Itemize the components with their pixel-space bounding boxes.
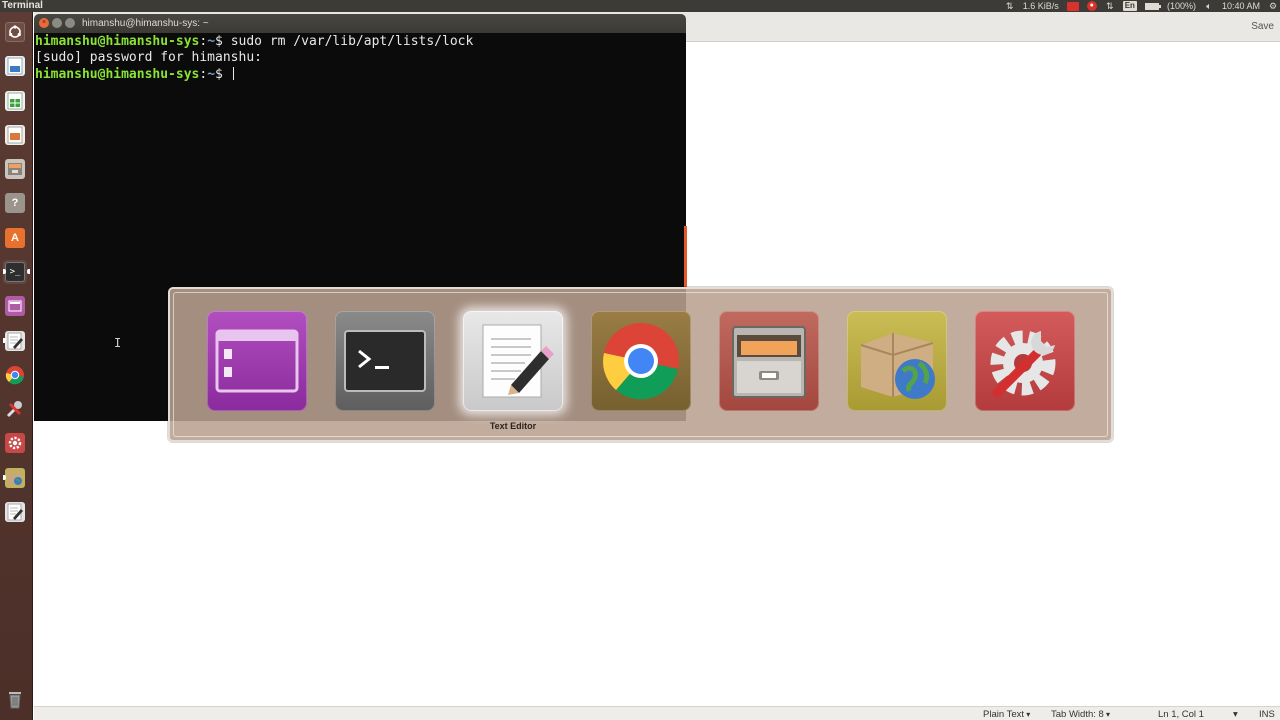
workspace-icon	[215, 329, 299, 393]
focus-edge-indicator	[684, 226, 687, 288]
launcher-item-system-tools[interactable]	[3, 397, 27, 421]
network-arrows-icon[interactable]: ⇅	[1005, 1, 1015, 11]
text-editor-icon	[482, 324, 554, 398]
prompt-dollar: $	[215, 66, 231, 82]
terminal-title: himanshu@himanshu-sys: ~	[82, 18, 209, 29]
tab-width-selector[interactable]: Tab Width: 8	[1051, 709, 1110, 720]
prompt-user: himanshu@himanshu-sys	[35, 66, 200, 82]
running-pip	[3, 269, 6, 274]
output-text: [sudo] password for himanshu:	[35, 50, 262, 66]
launcher-item-chrome[interactable]	[3, 363, 27, 387]
minimize-icon[interactable]	[52, 18, 62, 28]
gedit-statusbar: Plain Text Tab Width: 8 Ln 1, Col 1 ▾ IN…	[34, 706, 1280, 720]
dash-home-icon	[5, 22, 25, 42]
terminal-line: himanshu@himanshu-sys:~$	[35, 66, 686, 83]
text-cursor	[232, 66, 234, 80]
launcher-item-trash[interactable]	[3, 688, 27, 712]
text-editor-2-icon	[5, 502, 25, 522]
launcher-item-workspace[interactable]	[3, 294, 27, 318]
switcher-tile-terminal[interactable]	[335, 311, 435, 411]
battery-fill	[1145, 3, 1158, 9]
network-speed[interactable]: 1.6 KiB/s	[1023, 0, 1059, 12]
prompt-user: himanshu@himanshu-sys	[35, 34, 200, 49]
files-icon	[732, 326, 806, 398]
terminal-icon	[344, 330, 426, 392]
running-pip	[3, 475, 6, 480]
chrome-icon	[5, 365, 25, 385]
top-panel: Terminal ⇅ 1.6 KiB/s ● ⇅ En (100%) 🔈︎ 10…	[0, 0, 1280, 12]
battery-percentage[interactable]: (100%)	[1167, 0, 1196, 12]
terminal-line: [sudo] password for himanshu:	[35, 50, 686, 66]
keyboard-layout-indicator[interactable]: En	[1122, 1, 1137, 11]
launcher-item-terminal[interactable]: >_	[3, 260, 30, 284]
app-switcher: ▸▸ Text Editor ▸	[168, 287, 1113, 442]
syntax-selector[interactable]: Plain Text	[983, 709, 1030, 720]
insert-mode: INS	[1259, 709, 1275, 720]
session-gear-icon[interactable]: ⚙	[1268, 1, 1278, 11]
trash-icon	[5, 690, 25, 710]
command-text: sudo rm /var/lib/apt/lists/lock	[230, 34, 474, 49]
workspace-icon	[5, 296, 25, 316]
switcher-tile-files[interactable]	[719, 311, 819, 411]
cursor-position[interactable]: Ln 1, Col 1	[1158, 709, 1204, 720]
launcher-item-help[interactable]: ?	[3, 191, 27, 215]
desktop: Terminal ⇅ 1.6 KiB/s ● ⇅ En (100%) 🔈︎ 10…	[0, 0, 1280, 720]
launcher-item-dash[interactable]	[3, 20, 27, 44]
launcher-item-impress[interactable]	[3, 123, 27, 147]
terminal-icon: >_	[5, 262, 25, 282]
text-editor-icon	[5, 331, 25, 351]
terminal-titlebar[interactable]: × himanshu@himanshu-sys: ~	[34, 14, 686, 33]
volume-icon[interactable]: 🔈︎	[1204, 1, 1214, 11]
screen-recorder-icon[interactable]: ●	[1086, 1, 1097, 11]
files-icon	[5, 159, 25, 179]
switcher-tile-archive-manager[interactable]	[847, 311, 947, 411]
maximize-icon[interactable]	[65, 18, 75, 28]
close-icon[interactable]: ×	[39, 18, 49, 28]
launcher-item-system-settings[interactable]	[3, 431, 27, 455]
prompt-dollar: $	[215, 34, 231, 49]
switcher-selected-label: Text Editor	[489, 421, 537, 431]
switcher-tile-workspace[interactable]	[207, 311, 307, 411]
recording-indicator-icon[interactable]	[1066, 1, 1079, 11]
archive-manager-icon	[5, 468, 25, 488]
chrome-icon	[603, 323, 679, 400]
ibeam-cursor-icon: I	[114, 336, 122, 350]
running-pip	[3, 338, 6, 343]
prompt-path: ~	[207, 34, 216, 49]
archive-manager-icon	[860, 333, 935, 399]
battery-icon[interactable]	[1144, 2, 1161, 10]
focused-pip	[27, 269, 30, 274]
libreoffice-calc-icon	[5, 91, 25, 111]
clock[interactable]: 10:40 AM	[1222, 0, 1260, 12]
position-dropdown-icon[interactable]: ▾	[1233, 709, 1238, 720]
terminal-line: himanshu@himanshu-sys:~$ sudo rm /var/li…	[35, 34, 686, 50]
launcher-item-text-editor[interactable]	[3, 329, 27, 353]
system-settings-icon	[5, 433, 25, 453]
libreoffice-impress-icon	[5, 125, 25, 145]
launcher-item-writer[interactable]	[3, 54, 27, 78]
network-connection-icon[interactable]: ⇅	[1105, 1, 1115, 11]
launcher-item-files[interactable]	[3, 157, 27, 181]
help-icon: ?	[5, 193, 25, 213]
indicator-area: ⇅ 1.6 KiB/s ● ⇅ En (100%) 🔈︎ 10:40 AM ⚙	[1005, 0, 1278, 12]
wrench-icon	[5, 399, 25, 419]
save-button[interactable]: Save	[1251, 21, 1274, 32]
libreoffice-writer-icon	[5, 56, 25, 76]
prompt-path: ~	[207, 66, 216, 82]
launcher-item-calc[interactable]	[3, 89, 27, 113]
software-center-icon: A	[5, 228, 25, 248]
switcher-tile-text-editor[interactable]	[463, 311, 563, 411]
system-settings-icon	[990, 330, 1056, 398]
launcher: ? A >_	[0, 12, 33, 720]
switcher-tile-system-settings[interactable]	[975, 311, 1075, 411]
switcher-tile-chrome[interactable]	[591, 311, 691, 411]
launcher-item-text-editor-2[interactable]	[3, 500, 27, 524]
launcher-item-software-center[interactable]: A	[3, 226, 27, 250]
active-app-name: Terminal	[2, 0, 43, 11]
launcher-item-archive-manager[interactable]	[3, 466, 27, 490]
